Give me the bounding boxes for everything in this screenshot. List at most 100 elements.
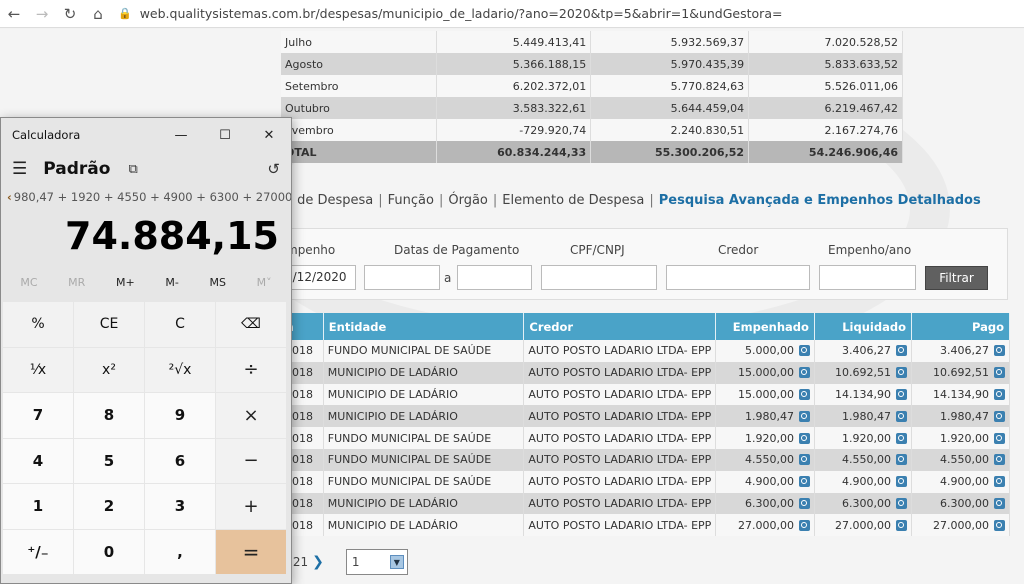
table-row: Agosto 5.366.188,15 5.970.435,39 5.833.6… — [281, 53, 903, 75]
clear-button[interactable]: C — [145, 302, 215, 347]
reload-icon[interactable]: ↻ — [56, 0, 84, 28]
mode-title: Padrão — [43, 159, 111, 179]
digit-1-button[interactable]: 1 — [3, 484, 73, 529]
magnifier-icon[interactable] — [994, 410, 1005, 422]
address-bar[interactable]: 🔒 web.qualitysistemas.com.br/despesas/mu… — [118, 2, 1024, 26]
magnifier-icon[interactable] — [994, 367, 1005, 379]
filter-panel: mpenho Datas de Pagamento CPF/CNPJ Credo… — [280, 228, 1008, 300]
magnifier-icon[interactable] — [994, 432, 1005, 444]
digit-9-button[interactable]: 9 — [145, 393, 215, 438]
ce-button[interactable]: CE — [74, 302, 144, 347]
divide-button[interactable]: ÷ — [216, 347, 286, 392]
magnifier-icon[interactable] — [896, 432, 907, 444]
pagination: : 21 ❯ 1 ▼ — [285, 549, 408, 575]
home-icon[interactable]: ⌂ — [84, 0, 112, 28]
magnifier-icon[interactable] — [798, 345, 810, 357]
digit-7-button[interactable]: 7 — [3, 393, 73, 438]
magnifier-icon[interactable] — [798, 432, 810, 444]
col-header-credor[interactable]: Credor — [523, 313, 717, 340]
magnifier-icon[interactable] — [896, 519, 907, 531]
chevron-down-icon[interactable]: ▼ — [389, 555, 404, 569]
magnifier-icon[interactable] — [798, 454, 810, 466]
back-icon[interactable]: ← — [0, 0, 28, 28]
keep-on-top-icon[interactable]: ⧉ — [128, 162, 137, 177]
backspace-button[interactable]: ⌫ — [216, 302, 286, 347]
magnifier-icon[interactable] — [896, 454, 907, 466]
magnifier-icon[interactable] — [798, 410, 810, 422]
col-header-liquidado[interactable]: Liquidado — [814, 313, 913, 340]
col-header-pago[interactable]: Pago — [911, 313, 1010, 340]
plus-button[interactable]: + — [216, 484, 286, 529]
tab-elemento-despesa[interactable]: Elemento de Despesa — [502, 193, 644, 208]
memory-row: MC MR M+ M- MS M˅ — [1, 264, 291, 300]
maximize-icon[interactable]: ☐ — [203, 118, 247, 152]
sqrt-button[interactable]: ²√x — [145, 347, 215, 392]
decimal-button[interactable]: , — [145, 529, 215, 574]
magnifier-icon[interactable] — [896, 497, 907, 509]
expression-line: ‹ 980,47 + 1920 + 4550 + 4900 + 6300 + 2… — [7, 190, 291, 204]
square-button[interactable]: x² — [74, 347, 144, 392]
percent-button[interactable]: % — [3, 302, 73, 347]
memory-list-button[interactable]: M˅ — [257, 276, 272, 289]
magnifier-icon[interactable] — [896, 410, 907, 422]
magnifier-icon[interactable] — [798, 388, 810, 400]
next-page-icon[interactable]: ❯ — [312, 554, 324, 570]
magnifier-icon[interactable] — [798, 367, 810, 379]
digit-5-button[interactable]: 5 — [74, 438, 144, 483]
magnifier-icon[interactable] — [798, 476, 810, 488]
table-row: 2018 MUNICIPIO DE LADÁRIO AUTO POSTO LAD… — [281, 492, 1010, 515]
magnifier-icon[interactable] — [994, 497, 1005, 509]
digit-0-button[interactable]: 0 — [74, 529, 144, 574]
mr-button[interactable]: MR — [68, 276, 85, 289]
cpf-cnpj-label: CPF/CNPJ — [570, 243, 625, 257]
calculator-titlebar[interactable]: Calculadora — ☐ ✕ — [1, 118, 291, 152]
magnifier-icon[interactable] — [896, 476, 907, 488]
tab-natureza-despesa[interactable]: a de Despesa — [285, 193, 373, 208]
negate-button[interactable]: ⁺/₋ — [3, 529, 73, 574]
digit-8-button[interactable]: 8 — [74, 393, 144, 438]
ms-button[interactable]: MS — [209, 276, 225, 289]
minimize-icon[interactable]: — — [159, 118, 203, 152]
magnifier-icon[interactable] — [994, 454, 1005, 466]
digit-3-button[interactable]: 3 — [145, 484, 215, 529]
forward-icon[interactable]: → — [28, 0, 56, 28]
date-to-input[interactable] — [457, 265, 532, 290]
minus-button[interactable]: − — [216, 438, 286, 483]
history-icon[interactable]: ↺ — [267, 160, 280, 178]
col-header-entidade[interactable]: Entidade — [323, 313, 525, 340]
tab-pesquisa-avancada[interactable]: Pesquisa Avançada e Empenhos Detalhados — [659, 193, 981, 208]
credor-input[interactable] — [666, 265, 810, 290]
magnifier-icon[interactable] — [994, 388, 1005, 400]
reciprocal-button[interactable]: ¹⁄x — [3, 347, 73, 392]
empenho-ano-input[interactable] — [819, 265, 916, 290]
magnifier-icon[interactable] — [896, 345, 907, 357]
m-plus-button[interactable]: M+ — [116, 276, 135, 289]
date-from-input[interactable] — [364, 265, 440, 290]
digit-4-button[interactable]: 4 — [3, 438, 73, 483]
col-header-empenhado[interactable]: Empenhado — [715, 313, 815, 340]
m-minus-button[interactable]: M- — [165, 276, 178, 289]
magnifier-icon[interactable] — [798, 497, 810, 509]
magnifier-icon[interactable] — [798, 519, 810, 531]
cpf-cnpj-input[interactable] — [541, 265, 657, 290]
tab-orgao[interactable]: Órgão — [448, 193, 488, 208]
credor-label: Credor — [718, 243, 759, 257]
table-row: 2018 FUNDO MUNICIPAL DE SAÚDE AUTO POSTO… — [281, 448, 1010, 471]
tab-funcao[interactable]: Função — [388, 193, 434, 208]
table-row: 2018 FUNDO MUNICIPAL DE SAÚDE AUTO POSTO… — [281, 427, 1010, 449]
scroll-left-icon[interactable]: ‹ — [7, 190, 12, 204]
filtrar-button[interactable]: Filtrar — [925, 266, 988, 290]
magnifier-icon[interactable] — [994, 519, 1005, 531]
magnifier-icon[interactable] — [896, 367, 907, 379]
digit-2-button[interactable]: 2 — [74, 484, 144, 529]
page-select[interactable]: 1 ▼ — [345, 549, 408, 575]
digit-6-button[interactable]: 6 — [145, 438, 215, 483]
magnifier-icon[interactable] — [994, 345, 1005, 357]
magnifier-icon[interactable] — [896, 388, 907, 400]
equals-button[interactable]: = — [216, 529, 286, 574]
hamburger-menu-icon[interactable]: ☰ — [12, 159, 27, 179]
mc-button[interactable]: MC — [20, 276, 37, 289]
multiply-button[interactable]: × — [216, 393, 286, 438]
close-icon[interactable]: ✕ — [247, 118, 291, 152]
magnifier-icon[interactable] — [994, 476, 1005, 488]
